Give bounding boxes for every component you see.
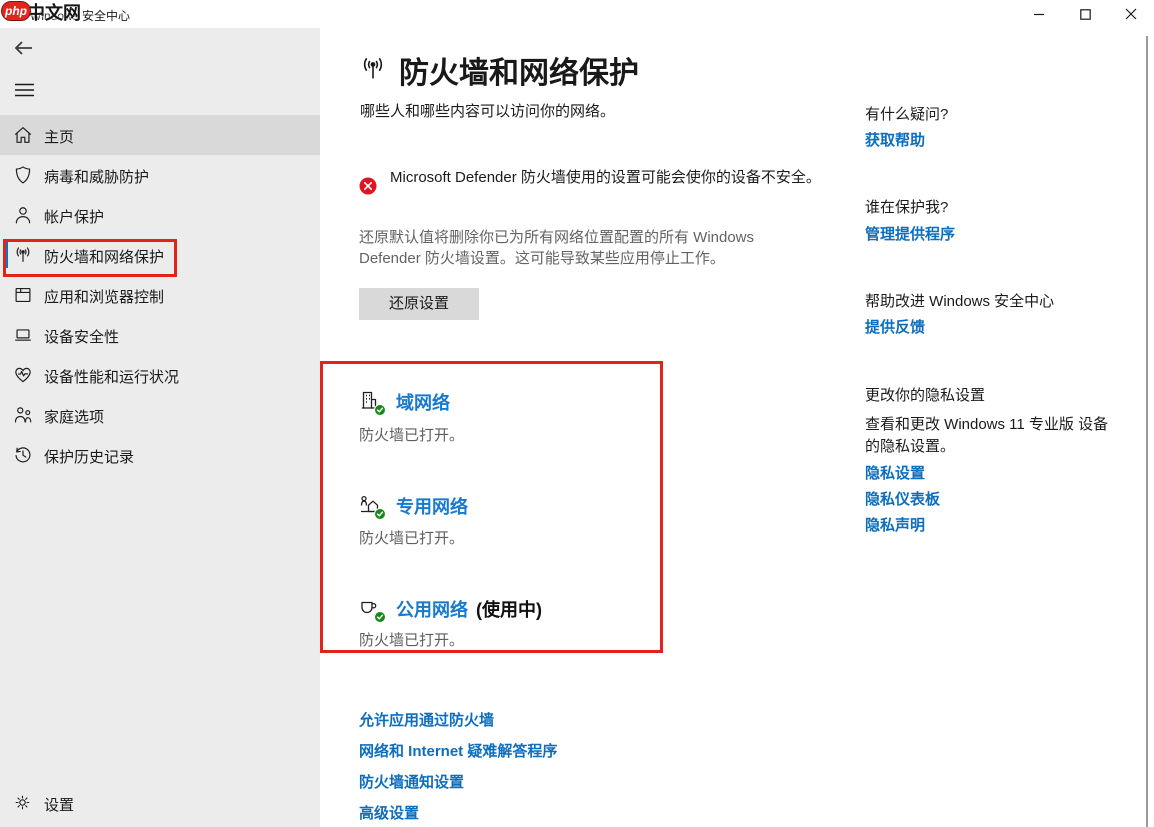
- public-network-icon: [357, 595, 383, 621]
- private-network-label: 专用网络: [396, 497, 468, 517]
- sidebar-item-performance[interactable]: 设备性能和运行状况: [0, 355, 320, 395]
- privacy-settings-link[interactable]: 隐私设置: [865, 462, 925, 483]
- history-icon: [12, 444, 34, 466]
- home-icon: [12, 124, 34, 146]
- private-network-status: 防火墙已打开。: [359, 527, 464, 548]
- page-subtitle: 哪些人和哪些内容可以访问你的网络。: [360, 100, 615, 121]
- vertical-scrollbar[interactable]: [1146, 36, 1148, 827]
- check-badge-icon: [374, 611, 386, 623]
- sidebar-item-label: 保护历史记录: [44, 446, 134, 467]
- get-help-link[interactable]: 获取帮助: [865, 129, 925, 150]
- sidebar-item-app-browser[interactable]: 应用和浏览器控制: [0, 275, 320, 315]
- allow-app-through-firewall-link[interactable]: 允许应用通过防火墙: [359, 709, 494, 730]
- privacy-dashboard-link[interactable]: 隐私仪表板: [865, 488, 940, 509]
- sidebar-item-device-security[interactable]: 设备安全性: [0, 315, 320, 355]
- back-arrow-icon: [14, 40, 34, 56]
- check-badge-icon: [374, 508, 386, 520]
- public-network-active: (使用中): [476, 600, 542, 620]
- sidebar-item-label: 家庭选项: [44, 406, 104, 427]
- sidebar-item-home[interactable]: 主页: [0, 115, 320, 155]
- titlebar: Windows 安全中心 php 中文网: [0, 0, 1154, 28]
- sidebar-item-settings[interactable]: 设置: [0, 783, 320, 823]
- performance-icon: [12, 364, 34, 386]
- person-icon: [12, 204, 34, 226]
- restore-settings-button[interactable]: 还原设置: [359, 288, 479, 320]
- device-security-icon: [12, 324, 34, 346]
- family-icon: [12, 404, 34, 426]
- sidebar-item-history[interactable]: 保护历史记录: [0, 435, 320, 475]
- domain-network-link[interactable]: 域网络: [396, 389, 458, 415]
- advanced-settings-link[interactable]: 高级设置: [359, 802, 419, 823]
- sidebar-item-label: 设备性能和运行状况: [44, 366, 179, 387]
- sidebar-item-label: 帐户保护: [44, 206, 104, 227]
- selected-accent-bar: [5, 242, 8, 268]
- private-network-icon: [357, 492, 383, 518]
- minimize-button[interactable]: [1016, 0, 1062, 28]
- private-network-link[interactable]: 专用网络: [396, 493, 476, 519]
- hamburger-icon: [15, 83, 34, 97]
- php-logo: php: [1, 1, 31, 21]
- sidebar-item-account[interactable]: 帐户保护: [0, 195, 320, 235]
- privacy-statement-link[interactable]: 隐私声明: [865, 514, 925, 535]
- domain-network-label: 域网络: [396, 393, 450, 413]
- check-badge-icon: [374, 404, 386, 416]
- sidebar-item-label: 应用和浏览器控制: [44, 286, 164, 307]
- warning-description: 还原默认值将删除你已为所有网络位置配置的所有 Windows Defender …: [359, 227, 777, 269]
- sidebar-item-firewall[interactable]: 防火墙和网络保护: [0, 235, 320, 275]
- aside-privacy-body: 查看和更改 Windows 11 专业版 设备的隐私设置。: [865, 414, 1121, 458]
- aside-question-heading: 有什么疑问?: [865, 103, 948, 124]
- back-button[interactable]: [8, 34, 40, 62]
- sidebar-item-virus-threat[interactable]: 病毒和威胁防护: [0, 155, 320, 195]
- sidebar-item-label: 设置: [44, 794, 74, 815]
- manage-providers-link[interactable]: 管理提供程序: [865, 223, 955, 244]
- hamburger-menu-button[interactable]: [8, 76, 40, 104]
- maximize-button[interactable]: [1062, 0, 1108, 28]
- app-browser-icon: [12, 284, 34, 306]
- public-network-status: 防火墙已打开。: [359, 629, 464, 650]
- sidebar-item-label: 设备安全性: [44, 326, 119, 347]
- sidebar-item-label: 病毒和威胁防护: [44, 166, 149, 187]
- sidebar-item-label: 防火墙和网络保护: [44, 246, 164, 267]
- sidebar-item-family[interactable]: 家庭选项: [0, 395, 320, 435]
- windows-security-window: Windows 安全中心 php 中文网 主页: [0, 0, 1154, 827]
- watermark-text: 中文网: [27, 0, 81, 25]
- public-network-link[interactable]: 公用网络 (使用中): [396, 596, 542, 622]
- aside-protecting-heading: 谁在保护我?: [865, 196, 948, 217]
- window-controls: [1016, 0, 1154, 28]
- shield-icon: [12, 164, 34, 186]
- give-feedback-link[interactable]: 提供反馈: [865, 316, 925, 337]
- error-icon: [359, 177, 377, 195]
- domain-network-icon: [357, 388, 383, 414]
- aside-improve-heading: 帮助改进 Windows 安全中心: [865, 290, 1054, 311]
- aside-privacy-heading: 更改你的隐私设置: [865, 384, 985, 405]
- sidebar-item-label: 主页: [44, 126, 74, 147]
- firewall-icon: [12, 244, 34, 266]
- public-network-label: 公用网络: [396, 600, 468, 620]
- page-title: 防火墙和网络保护: [399, 48, 639, 92]
- firewall-header-icon: [357, 53, 389, 85]
- gear-icon: [13, 793, 35, 815]
- firewall-notification-settings-link[interactable]: 防火墙通知设置: [359, 771, 464, 792]
- network-internet-troubleshooter-link[interactable]: 网络和 Internet 疑难解答程序: [359, 740, 557, 761]
- domain-network-status: 防火墙已打开。: [359, 424, 464, 445]
- warning-message: Microsoft Defender 防火墙使用的设置可能会使你的设备不安全。: [390, 167, 830, 189]
- close-button[interactable]: [1108, 0, 1154, 28]
- sidebar: 主页 病毒和威胁防护 帐户保护 防火墙和网络保护: [0, 28, 320, 827]
